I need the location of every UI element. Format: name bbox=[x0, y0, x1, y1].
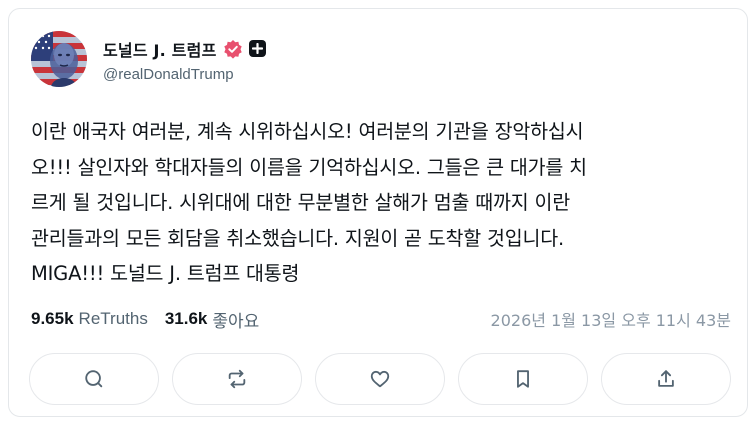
retruths-count[interactable]: 9.65k bbox=[31, 309, 74, 329]
action-bar bbox=[29, 353, 731, 405]
flag-portrait-avatar bbox=[31, 31, 87, 87]
retruth-button[interactable] bbox=[172, 353, 302, 405]
retruth-icon bbox=[228, 369, 246, 389]
author-handle[interactable]: @realDonaldTrump bbox=[103, 66, 266, 83]
post-body: 이란 애국자 여러분, 계속 시위하십시오! 여러분의 기관을 장악하십시 오!… bbox=[31, 114, 731, 292]
post-header: 도널드 J. 트럼프 @realDonaldTrump bbox=[31, 27, 266, 91]
author-names: 도널드 J. 트럼프 @realDonaldTrump bbox=[103, 36, 266, 83]
bookmark-button[interactable] bbox=[458, 353, 588, 405]
name-row: 도널드 J. 트럼프 bbox=[103, 36, 266, 62]
like-icon bbox=[370, 370, 390, 388]
author-display-name[interactable]: 도널드 J. 트럼프 bbox=[103, 37, 217, 61]
post-body-line: 오!!! 살인자와 학대자들의 이름을 기억하십시오. 그들은 큰 대가를 치 bbox=[31, 155, 587, 179]
reply-button[interactable] bbox=[29, 353, 159, 405]
share-icon bbox=[658, 370, 674, 387]
plus-icon[interactable] bbox=[248, 40, 266, 57]
avatar[interactable] bbox=[31, 31, 87, 87]
verified-badge-icon bbox=[223, 39, 243, 59]
post-body-line: 관리들과의 모든 회담을 취소했습니다. 지원이 곧 도착할 것입니다. bbox=[31, 226, 564, 250]
post-card: 도널드 J. 트럼프 @realDonaldTrump 이란 애국자 여러분, … bbox=[8, 8, 748, 417]
post-body-line: MIGA!!! 도널드 J. 트럼프 대통령 bbox=[31, 262, 300, 285]
post-timestamp: 2026년 1월 13일 오후 11시 43분 bbox=[490, 311, 731, 330]
post-body-line: 이란 애국자 여러분, 계속 시위하십시오! 여러분의 기관을 장악하십시 bbox=[31, 120, 584, 143]
like-button[interactable] bbox=[315, 353, 445, 405]
reply-icon bbox=[85, 370, 103, 388]
post-body-line: 르게 될 것입니다. 시위대에 대한 무분별한 살해가 멈출 때까지 이란 bbox=[31, 191, 570, 214]
retruths-label[interactable]: ReTruths bbox=[79, 309, 148, 329]
share-button[interactable] bbox=[601, 353, 731, 405]
stats-row: 9.65k ReTruths 31.6k 좋아요 2026년 1월 13일 오후… bbox=[31, 305, 731, 333]
likes-count[interactable]: 31.6k bbox=[165, 309, 208, 329]
likes-label[interactable]: 좋아요 bbox=[212, 307, 259, 332]
bookmark-icon bbox=[517, 370, 529, 388]
